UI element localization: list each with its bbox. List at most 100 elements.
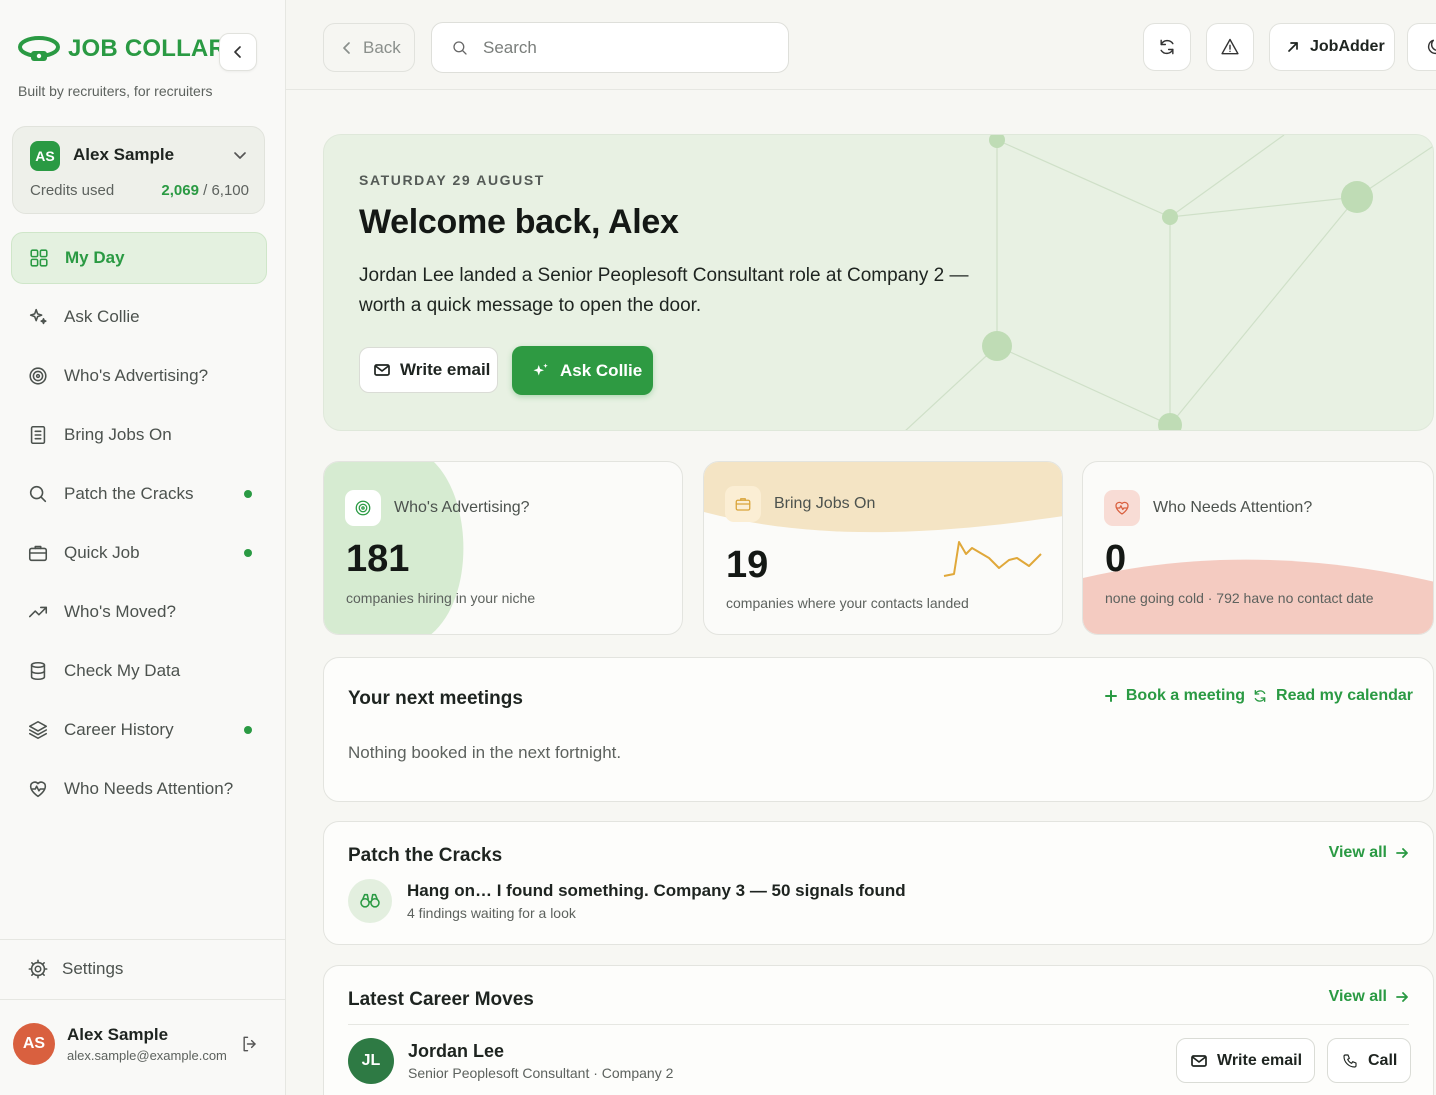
avatar: AS xyxy=(13,1023,55,1065)
book-meeting-button[interactable]: Book a meeting xyxy=(1104,687,1245,705)
sidebar-item-quick-job[interactable]: Quick Job xyxy=(11,527,267,579)
tagline: Built by recruiters, for recruiters xyxy=(18,83,213,99)
plus-icon xyxy=(1104,689,1118,703)
stat-card-advertising[interactable]: Who's Advertising? 181 companies hiring … xyxy=(323,461,683,635)
sidebar-item-patch-the-cracks[interactable]: Patch the Cracks xyxy=(11,468,267,520)
stat-advertising-icon-box xyxy=(345,490,381,526)
sidebar-item-bring-jobs-on[interactable]: Bring Jobs On xyxy=(11,409,267,461)
stat-subtitle: companies hiring in your niche xyxy=(346,590,536,606)
mail-icon xyxy=(1191,1054,1207,1068)
sidebar-item-check-my-data[interactable]: Check My Data xyxy=(11,645,267,697)
brand[interactable]: JOB COLLAR xyxy=(18,34,226,64)
write-email-button[interactable]: Write email xyxy=(1176,1038,1315,1083)
credits-label: Credits used xyxy=(30,182,115,199)
collapse-sidebar-button[interactable] xyxy=(219,33,257,71)
finding-subtitle: 4 findings waiting for a look xyxy=(407,905,576,921)
arrow-up-right-icon xyxy=(1286,40,1300,54)
document-icon xyxy=(27,424,49,446)
meetings-title: Your next meetings xyxy=(348,688,523,709)
search-box[interactable] xyxy=(431,22,789,73)
settings-link[interactable]: Settings xyxy=(27,958,123,980)
alerts-button[interactable] xyxy=(1206,23,1254,71)
hero-message: Jordan Lee landed a Senior Peoplesoft Co… xyxy=(359,265,969,316)
briefcase-icon xyxy=(734,495,752,513)
arrow-right-icon xyxy=(1395,990,1409,1004)
stat-card-needs-attention[interactable]: Who Needs Attention? 0 none going cold ·… xyxy=(1082,461,1434,635)
credits-value: 2,069 / 6,100 xyxy=(161,182,249,199)
sidebar-item-label: Ask Collie xyxy=(64,307,140,326)
career-move-name[interactable]: Jordan Lee xyxy=(408,1041,504,1062)
refresh-button[interactable] xyxy=(1143,23,1191,71)
grid-icon xyxy=(28,247,50,269)
status-dot xyxy=(244,490,252,498)
avatar: JL xyxy=(348,1038,394,1084)
finding-title[interactable]: Hang on… I found something. Company 3 — … xyxy=(407,881,906,901)
logout-icon[interactable] xyxy=(240,1034,260,1054)
sidebar-item-who-s-advertising[interactable]: Who's Advertising? xyxy=(11,350,267,402)
chevron-down-icon xyxy=(232,147,248,163)
sidebar-item-ask-collie[interactable]: Ask Collie xyxy=(11,291,267,343)
account-name: Alex Sample xyxy=(73,145,175,164)
stat-attention-icon-box xyxy=(1104,490,1140,526)
read-calendar-label: Read my calendar xyxy=(1276,687,1413,704)
account-avatar: AS xyxy=(30,141,60,171)
stat-value: 0 xyxy=(1105,538,1127,580)
write-email-label: Write email xyxy=(400,360,491,379)
sidebar-item-label: Bring Jobs On xyxy=(64,425,172,444)
ask-collie-button[interactable]: Ask Collie xyxy=(512,346,653,395)
stat-label: Who Needs Attention? xyxy=(1153,499,1313,516)
write-email-button[interactable]: Write email xyxy=(359,347,498,393)
user-profile[interactable]: AS Alex Sample alex.sample@example.com xyxy=(13,1022,273,1070)
sidebar-item-who-s-moved[interactable]: Who's Moved? xyxy=(11,586,267,638)
divider xyxy=(348,1024,1409,1025)
mail-icon xyxy=(374,363,390,377)
layers-icon xyxy=(27,719,49,741)
stat-card-bring-jobs-on[interactable]: Bring Jobs On 19 companies where your co… xyxy=(703,461,1063,635)
sidebar-item-label: Who Needs Attention? xyxy=(64,779,234,798)
briefcase-icon xyxy=(27,542,49,564)
sidebar-item-career-history[interactable]: Career History xyxy=(11,704,267,756)
search-icon xyxy=(27,483,49,505)
sidebar-item-label: My Day xyxy=(65,248,125,267)
back-label: Back xyxy=(363,37,401,57)
stat-card-attention-decoration xyxy=(1083,559,1433,634)
phone-icon xyxy=(1342,1053,1358,1069)
sidebar-item-who-needs-attention[interactable]: Who Needs Attention? xyxy=(11,763,267,815)
search-input[interactable] xyxy=(483,37,763,58)
sidebar-item-label: Check My Data xyxy=(64,661,181,680)
view-all-label: View all xyxy=(1328,988,1387,1005)
refresh-icon xyxy=(1157,37,1177,57)
career-moves-view-all-link[interactable]: View all xyxy=(1329,988,1409,1006)
trending-up-icon xyxy=(27,601,49,623)
user-email: alex.sample@example.com xyxy=(67,1048,227,1063)
sidebar-item-label: Quick Job xyxy=(64,543,140,562)
patch-view-all-link[interactable]: View all xyxy=(1329,844,1409,862)
call-button[interactable]: Call xyxy=(1327,1038,1411,1083)
meetings-empty-text: Nothing booked in the next fortnight. xyxy=(348,743,622,762)
read-calendar-button[interactable]: Read my calendar xyxy=(1252,687,1413,705)
theme-toggle-button[interactable] xyxy=(1407,23,1436,71)
stat-label: Who's Advertising? xyxy=(394,499,530,516)
heart-pulse-icon xyxy=(1113,499,1131,517)
ask-collie-label: Ask Collie xyxy=(560,360,643,380)
back-button[interactable]: Back xyxy=(323,23,415,72)
stat-subtitle: none going cold · 792 have no contact da… xyxy=(1105,590,1374,606)
view-all-label: View all xyxy=(1328,844,1387,861)
sidebar-item-my-day[interactable]: My Day xyxy=(11,232,267,284)
patch-the-cracks-card: Patch the Cracks View all Hang on… I fou… xyxy=(323,821,1434,945)
sidebar-nav: My Day Ask Collie Who's Advertising? Bring … xyxy=(11,232,267,822)
sidebar-divider xyxy=(0,939,286,940)
stat-value: 19 xyxy=(726,544,769,586)
brand-name: JOB COLLAR xyxy=(68,35,226,62)
credits-total: / 6,100 xyxy=(203,182,249,199)
patch-title: Patch the Cracks xyxy=(348,845,503,866)
chevron-left-icon xyxy=(341,41,353,55)
warning-icon xyxy=(1220,37,1240,57)
account-switcher[interactable]: AS Alex Sample Credits used 2,069 / 6,10… xyxy=(12,126,265,214)
target-icon xyxy=(354,499,372,517)
write-email-label: Write email xyxy=(1217,1051,1303,1069)
topbar: Back JobAdder xyxy=(286,0,1436,90)
stat-subtitle: companies where your contacts landed xyxy=(726,595,969,611)
jobadder-button[interactable]: JobAdder xyxy=(1269,23,1395,71)
sidebar-item-label: Who's Moved? xyxy=(64,602,176,621)
